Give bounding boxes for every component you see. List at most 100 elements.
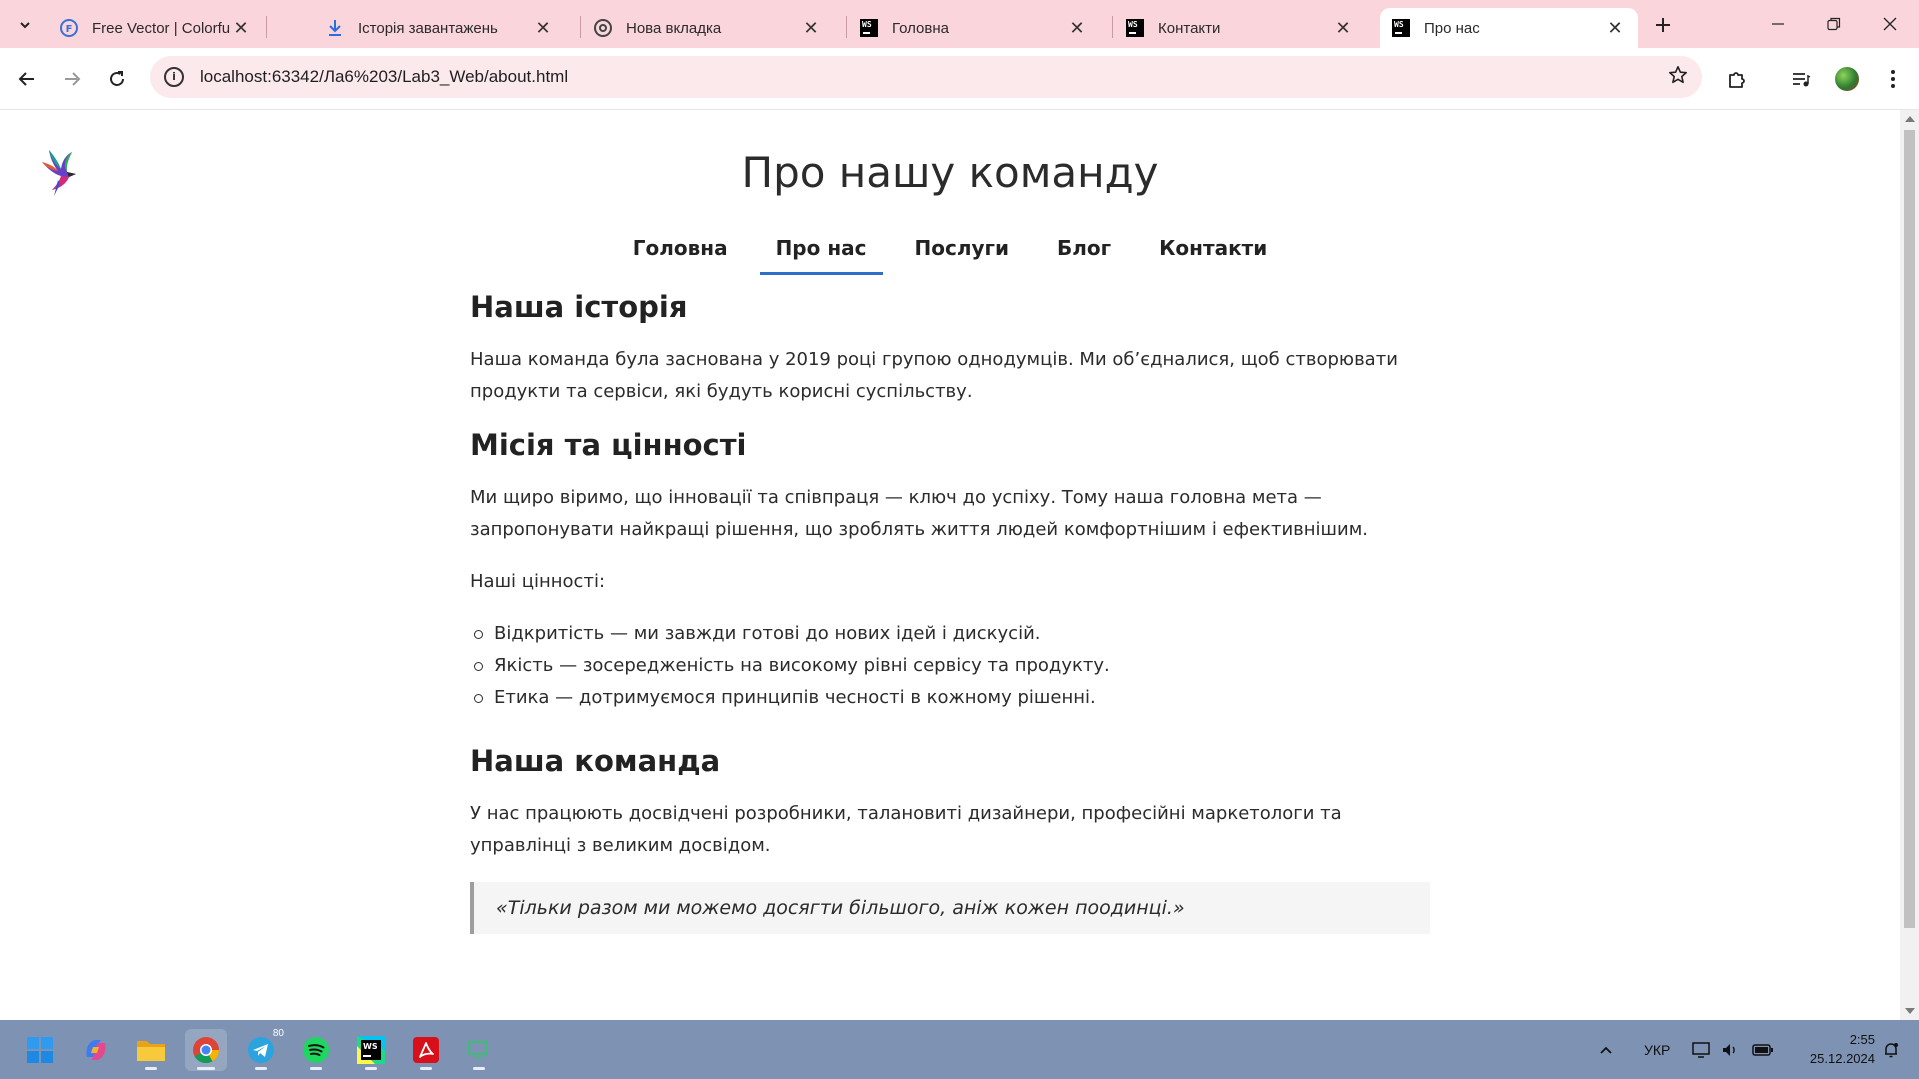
- taskbar-spotify[interactable]: [295, 1029, 337, 1071]
- close-icon[interactable]: ✕: [230, 17, 252, 39]
- language-indicator[interactable]: УКР: [1644, 1020, 1670, 1079]
- more-vert-icon: [1891, 70, 1895, 88]
- taskbar-webstorm[interactable]: WS: [350, 1029, 392, 1071]
- nav-link-home[interactable]: Головна: [617, 230, 744, 275]
- volume-icon[interactable]: [1721, 1020, 1739, 1079]
- reload-button[interactable]: [100, 62, 134, 96]
- page-scrollbar[interactable]: [1900, 110, 1919, 1020]
- svg-text:WS: WS: [363, 1042, 378, 1051]
- running-indicator: [420, 1067, 432, 1070]
- team-heading: Наша команда: [470, 744, 721, 778]
- running-indicator: [145, 1067, 157, 1070]
- scroll-down-arrow-icon[interactable]: [1905, 1008, 1915, 1014]
- history-section: Наша історія Наша команда була заснована…: [470, 290, 1430, 408]
- taskbar-telegram[interactable]: 80: [240, 1028, 284, 1071]
- running-indicator: [473, 1067, 485, 1070]
- mission-section: Місія та цінності Ми щиро віримо, що інн…: [470, 428, 1430, 714]
- tab-home[interactable]: WS Головна ✕: [848, 8, 1100, 48]
- chevron-up-icon: [1600, 1046, 1612, 1054]
- nav-link-contacts[interactable]: Контакти: [1143, 230, 1283, 275]
- tab-title: Контакти: [1158, 19, 1221, 37]
- close-icon[interactable]: ✕: [800, 17, 822, 39]
- running-indicator: [310, 1067, 322, 1070]
- plus-icon: [1656, 18, 1670, 32]
- running-indicator: [365, 1067, 377, 1070]
- close-icon[interactable]: ✕: [1604, 17, 1626, 39]
- tab-search-button[interactable]: [8, 8, 42, 42]
- svg-text:F: F: [66, 24, 73, 35]
- tab-strip: F Free Vector | Colorful bird il ✕ Істор…: [0, 0, 1919, 48]
- url-text[interactable]: localhost:63342/Ла6%203/Lab3_Web/about.h…: [200, 67, 568, 87]
- taskbar-file-explorer[interactable]: [130, 1029, 172, 1071]
- restore-button[interactable]: [1806, 0, 1862, 48]
- webstorm-icon: WS: [1392, 19, 1410, 37]
- scroll-up-arrow-icon[interactable]: [1905, 116, 1915, 122]
- windows-taskbar: 80 WS УКР 2:55 25.12.2024: [0, 1020, 1919, 1079]
- team-text: У нас працюють досвідчені розробники, та…: [470, 803, 1342, 856]
- site-info-icon[interactable]: i: [164, 67, 184, 87]
- running-indicator: [255, 1067, 267, 1070]
- reload-icon: [110, 71, 124, 86]
- nav-link-blog[interactable]: Блог: [1041, 230, 1127, 275]
- page-title: Про нашу команду: [741, 148, 1159, 197]
- chrome-icon: [594, 19, 612, 37]
- address-bar[interactable]: i localhost:63342/Ла6%203/Lab3_Web/about…: [150, 56, 1702, 98]
- new-tab-button[interactable]: [1648, 10, 1678, 40]
- minimize-button[interactable]: [1750, 0, 1806, 48]
- webstorm-icon: WS: [357, 1036, 385, 1064]
- tab-about[interactable]: WS Про нас ✕: [1380, 8, 1638, 48]
- nav-link-about[interactable]: Про нас: [759, 230, 883, 275]
- team-section: Наша команда У нас працюють досвідчені р…: [470, 744, 1430, 934]
- arrow-right-icon: [65, 72, 81, 86]
- tab-divider: [266, 16, 267, 38]
- taskbar-copilot[interactable]: [75, 1029, 117, 1071]
- history-heading: Наша історія: [470, 290, 688, 324]
- clock-time: 2:55: [1849, 1032, 1875, 1047]
- profile-button[interactable]: [1830, 62, 1864, 96]
- start-button[interactable]: [19, 1029, 61, 1071]
- spotify-icon: [303, 1037, 329, 1063]
- close-icon[interactable]: ✕: [532, 17, 554, 39]
- tab-title: Free Vector | Colorful bird il: [92, 19, 230, 37]
- list-item: Якість — зосередженість на високому рівн…: [470, 650, 1430, 682]
- minimize-icon: [1772, 23, 1784, 25]
- windows-start-icon: [27, 1037, 53, 1063]
- tab-new-tab[interactable]: Нова вкладка ✕: [582, 8, 834, 48]
- bookmark-star-icon[interactable]: [1668, 65, 1688, 91]
- tab-downloads[interactable]: Історія завантажень ✕: [314, 8, 566, 48]
- close-icon[interactable]: ✕: [1066, 17, 1088, 39]
- tab-freepik[interactable]: F Free Vector | Colorful bird il ✕: [48, 8, 264, 48]
- back-button[interactable]: [10, 62, 44, 96]
- media-controls-button[interactable]: [1784, 62, 1818, 96]
- notification-badge: 80: [272, 1028, 284, 1039]
- tab-title: Нова вкладка: [626, 19, 722, 37]
- forward-button[interactable]: [55, 62, 89, 96]
- system-clock[interactable]: 2:55 25.12.2024: [1810, 1030, 1875, 1068]
- close-window-button[interactable]: [1862, 0, 1918, 48]
- list-item: Відкритість — ми завжди готові до нових …: [470, 618, 1430, 650]
- nav-link-services[interactable]: Послуги: [899, 230, 1025, 275]
- arrow-left-icon: [18, 72, 34, 86]
- webstorm-icon: WS: [1126, 19, 1144, 37]
- tab-divider: [846, 16, 847, 38]
- scrollbar-thumb[interactable]: [1904, 130, 1915, 928]
- menu-button[interactable]: [1876, 62, 1910, 96]
- close-icon: [1883, 17, 1897, 31]
- taskbar-chrome[interactable]: [185, 1029, 227, 1071]
- chevron-down-icon: [20, 22, 30, 29]
- list-item: Етика — дотримуємося принципів чесності …: [470, 682, 1430, 714]
- extensions-button[interactable]: [1720, 62, 1754, 96]
- display-app-icon: [468, 1041, 488, 1059]
- tab-contacts[interactable]: WS Контакти ✕: [1114, 8, 1366, 48]
- taskbar-display-app[interactable]: [458, 1029, 500, 1071]
- tab-title: Історія завантажень: [358, 19, 498, 37]
- taskbar-acrobat[interactable]: [405, 1029, 447, 1071]
- battery-icon[interactable]: [1752, 1020, 1774, 1079]
- notification-bell-icon: [1885, 1042, 1898, 1057]
- tray-overflow-button[interactable]: [1598, 1020, 1614, 1079]
- running-indicator: [197, 1067, 215, 1070]
- puzzle-icon: [1729, 72, 1745, 88]
- network-icon[interactable]: [1692, 1020, 1712, 1079]
- close-icon[interactable]: ✕: [1332, 17, 1354, 39]
- notifications-button[interactable]: [1882, 1020, 1900, 1079]
